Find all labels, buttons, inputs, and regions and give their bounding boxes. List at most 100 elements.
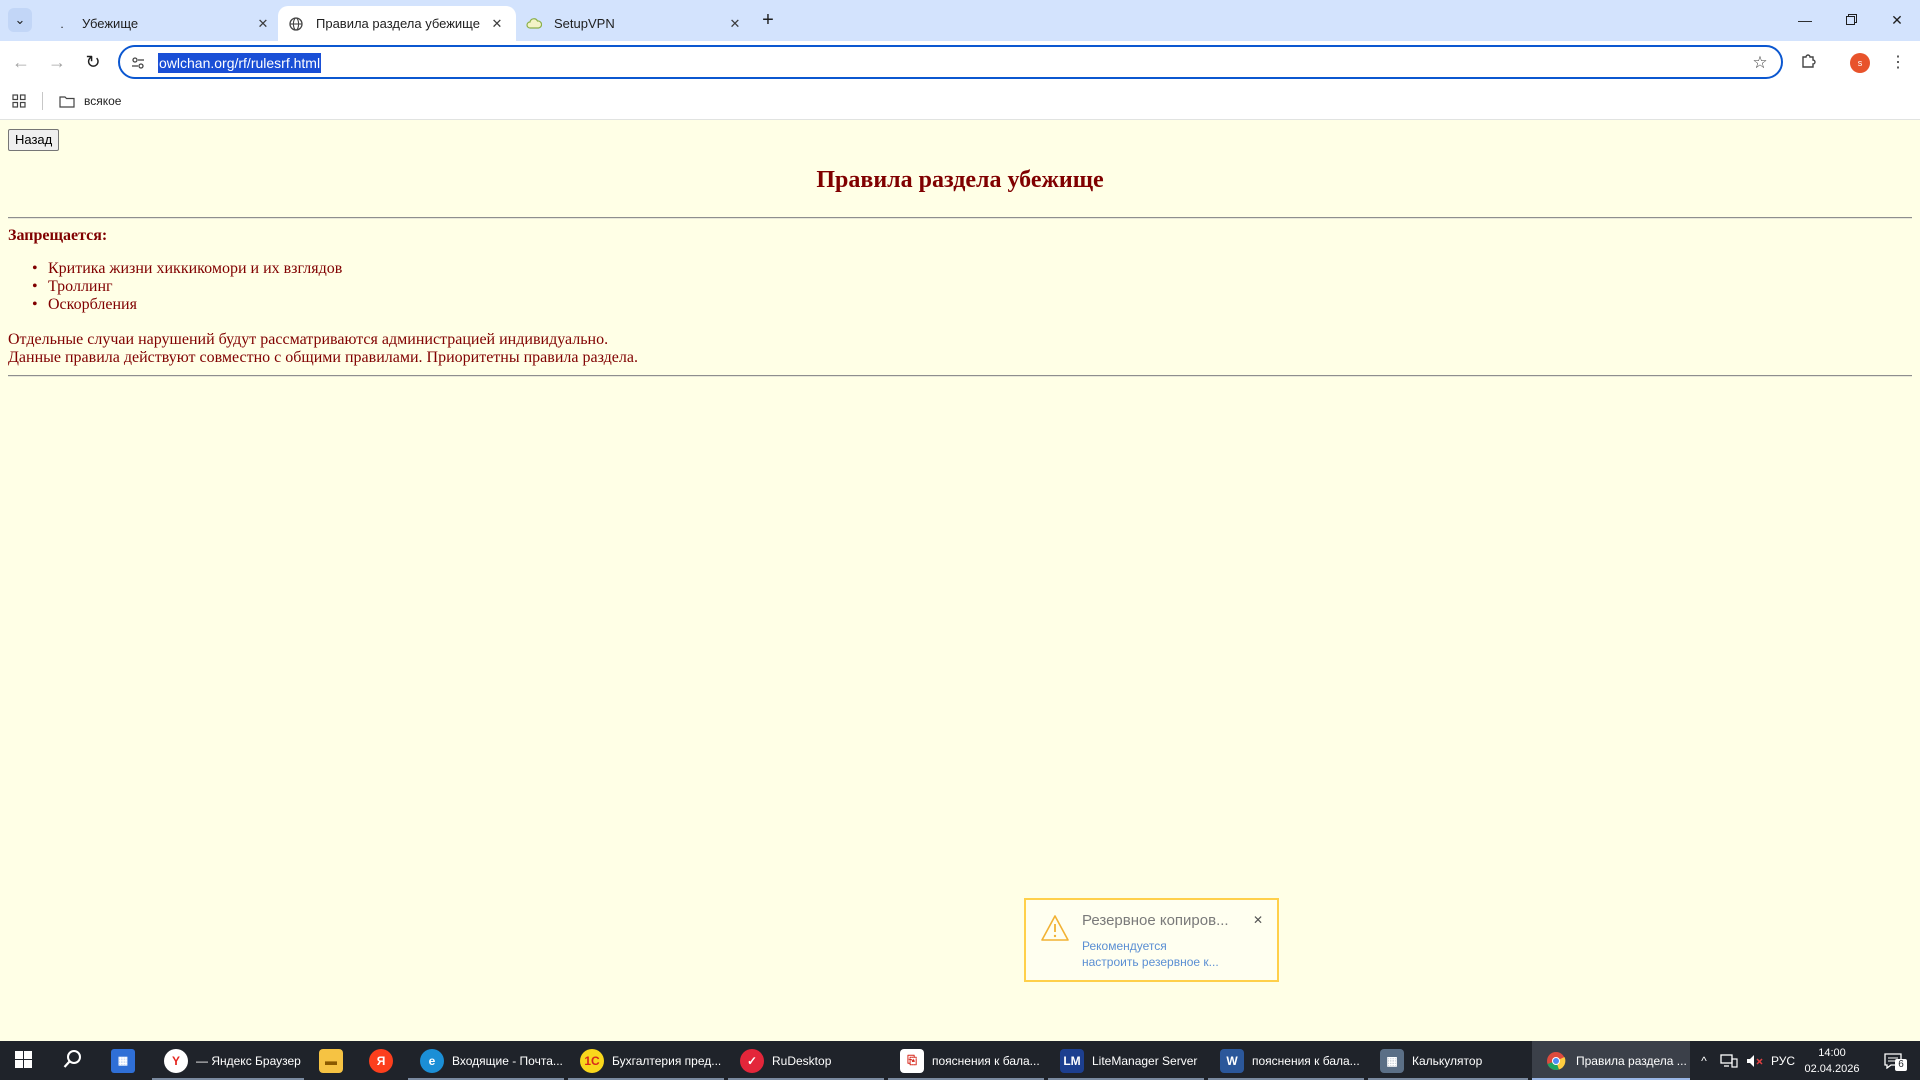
- chevron-up-icon: ^: [1701, 1053, 1707, 1068]
- tab-strip: ⌄ . Убежище ✕ Правила раздела убежище ✕ …: [0, 0, 1920, 41]
- start-button[interactable]: [0, 1041, 46, 1080]
- back-link-button[interactable]: Назад: [8, 129, 60, 151]
- address-bar[interactable]: owlchan.org/rf/rulesrf.html ☆: [118, 45, 1783, 79]
- litemanager-icon: LM: [1060, 1048, 1084, 1073]
- apps-grid-icon[interactable]: [10, 92, 28, 110]
- pdf-icon: ⎘: [900, 1048, 924, 1073]
- notification-title: Резервное копиров...: [1082, 912, 1229, 929]
- taskbar-app-label: — Яндекс Браузер: [196, 1053, 301, 1068]
- page-content: Назад Правила раздела убежище Запрещаетс…: [0, 121, 1920, 1041]
- minimize-icon: —: [1798, 12, 1812, 28]
- arrow-left-icon: ←: [12, 51, 30, 72]
- calendar-grid-icon: ▦: [111, 1048, 135, 1073]
- bookmark-folder-label: всякое: [84, 94, 122, 108]
- reload-icon: ↻: [85, 51, 101, 72]
- tab-title: SetupVPN: [554, 16, 615, 31]
- tab-setupvpn[interactable]: SetupVPN ✕: [516, 6, 754, 41]
- clock-time: 14:00: [1818, 1047, 1846, 1059]
- file-explorer-icon: ▬: [319, 1048, 343, 1073]
- page-title: Правила раздела убежище: [816, 167, 1104, 193]
- folder-icon: [58, 94, 76, 108]
- bookmark-folder-vsyakoe[interactable]: всякое: [58, 90, 121, 112]
- edge-icon: e: [420, 1048, 444, 1073]
- note-individual: Отдельные случаи нарушений будут рассмат…: [8, 331, 609, 348]
- extensions-button[interactable]: [1794, 47, 1824, 77]
- close-icon[interactable]: ✕: [726, 15, 744, 33]
- menu-button[interactable]: ⋮: [1883, 47, 1913, 77]
- taskbar-app-label: пояснения к бала...: [932, 1053, 1040, 1068]
- divider: [8, 217, 1912, 219]
- rule-item: Троллинг: [32, 278, 342, 296]
- taskbar-app-rudesktop[interactable]: ✓ RuDesktop: [728, 1041, 884, 1080]
- rule-item: Оскорбления: [32, 296, 342, 314]
- close-window-button[interactable]: ✕: [1874, 0, 1920, 40]
- yandex-browser-icon: Y: [164, 1048, 188, 1073]
- chrome-icon: [1544, 1049, 1568, 1073]
- taskbar-app-pdf[interactable]: ⎘ пояснения к бала...: [888, 1041, 1044, 1080]
- rules-list: Критика жизни хиккикомори и их взглядов …: [32, 260, 342, 314]
- bookmarks-bar: всякое: [0, 83, 1920, 120]
- search-icon: [63, 1049, 83, 1072]
- taskbar-app-label: Бухгалтерия пред...: [612, 1053, 722, 1068]
- back-button[interactable]: ←: [6, 47, 36, 77]
- taskbar-app-label: RuDesktop: [772, 1053, 832, 1068]
- search-button[interactable]: [50, 1041, 96, 1080]
- divider: [42, 92, 43, 110]
- taskbar-app-mail[interactable]: e Входящие - Почта...: [408, 1041, 564, 1080]
- rule-item: Критика жизни хиккикомори и их взглядов: [32, 260, 342, 278]
- clock[interactable]: 14:00 02.04.2026: [1800, 1045, 1864, 1077]
- tab-search-button[interactable]: ⌄: [8, 8, 32, 32]
- close-icon[interactable]: ✕: [1250, 912, 1266, 928]
- forward-button[interactable]: →: [42, 47, 72, 77]
- yandex-icon: Я: [369, 1048, 393, 1073]
- widgets-button[interactable]: ▦: [100, 1041, 146, 1080]
- clock-date: 02.04.2026: [1804, 1063, 1860, 1075]
- minimize-button[interactable]: —: [1782, 0, 1828, 40]
- restore-button[interactable]: [1828, 0, 1874, 40]
- dot-icon: .: [60, 16, 64, 31]
- address-text[interactable]: owlchan.org/rf/rulesrf.html: [158, 53, 322, 73]
- note-priority: Данные правила действуют совместно с общ…: [8, 349, 638, 366]
- warning-icon: [1040, 914, 1070, 942]
- taskbar-app-label: пояснения к бала...: [1252, 1053, 1360, 1068]
- taskbar-app-label: Входящие - Почта...: [452, 1053, 563, 1068]
- more-vertical-icon: ⋮: [1890, 54, 1906, 71]
- word-icon: W: [1220, 1048, 1244, 1073]
- new-tab-button[interactable]: +: [756, 8, 780, 32]
- puzzle-icon: [1801, 52, 1817, 73]
- windows-logo-icon: [14, 1050, 32, 1071]
- tab-ubezhishche[interactable]: . Убежище ✕: [44, 6, 282, 41]
- bookmark-star-icon[interactable]: ☆: [1749, 52, 1771, 74]
- tab-rules[interactable]: Правила раздела убежище ✕: [278, 6, 516, 41]
- plus-icon: +: [762, 8, 774, 31]
- taskbar-app-litemanager[interactable]: LM LiteManager Server: [1048, 1041, 1204, 1080]
- site-info-icon[interactable]: [128, 53, 148, 73]
- notification-count-badge: 6: [1895, 1058, 1907, 1071]
- taskbar-app-label: Правила раздела ...: [1576, 1053, 1687, 1068]
- close-icon[interactable]: ✕: [488, 15, 506, 33]
- taskbar-app-yandex-browser[interactable]: Y — Яндекс Браузер: [152, 1041, 304, 1080]
- taskbar-app-label: Калькулятор: [1412, 1053, 1483, 1068]
- taskbar-app-file-explorer[interactable]: ▬: [308, 1041, 354, 1080]
- cloud-icon: [526, 16, 542, 32]
- taskbar: ▦ Y — Яндекс Браузер ▬ Я e Входящие - По…: [0, 1041, 1920, 1080]
- show-hidden-icons-button[interactable]: ^: [1694, 1041, 1714, 1080]
- restore-icon: [1845, 12, 1857, 28]
- taskbar-app-1c[interactable]: 1С Бухгалтерия пред...: [568, 1041, 724, 1080]
- profile-avatar[interactable]: s: [1850, 53, 1870, 73]
- forbidden-heading: Запрещается:: [8, 227, 108, 244]
- volume-muted-icon[interactable]: [1742, 1041, 1768, 1080]
- taskbar-app-yandex[interactable]: Я: [358, 1041, 404, 1080]
- reload-button[interactable]: ↻: [78, 47, 108, 77]
- backup-notification[interactable]: Резервное копиров... ✕ Рекомендуется нас…: [1024, 898, 1279, 982]
- close-icon[interactable]: ✕: [254, 15, 272, 33]
- network-icon[interactable]: [1716, 1041, 1742, 1080]
- notification-center-button[interactable]: 6: [1874, 1041, 1914, 1080]
- notification-icon: 6: [1884, 1052, 1907, 1071]
- taskbar-app-word[interactable]: W пояснения к бала...: [1208, 1041, 1364, 1080]
- language-indicator[interactable]: РУС: [1768, 1041, 1798, 1080]
- notification-text-line: настроить резервное к...: [1082, 955, 1219, 969]
- browser-toolbar: ← → ↻ owlchan.org/rf/rulesrf.html ☆ ⋮: [0, 41, 1920, 83]
- taskbar-app-calculator[interactable]: ▦ Калькулятор: [1368, 1041, 1528, 1080]
- taskbar-app-chrome[interactable]: Правила раздела ...: [1532, 1041, 1690, 1080]
